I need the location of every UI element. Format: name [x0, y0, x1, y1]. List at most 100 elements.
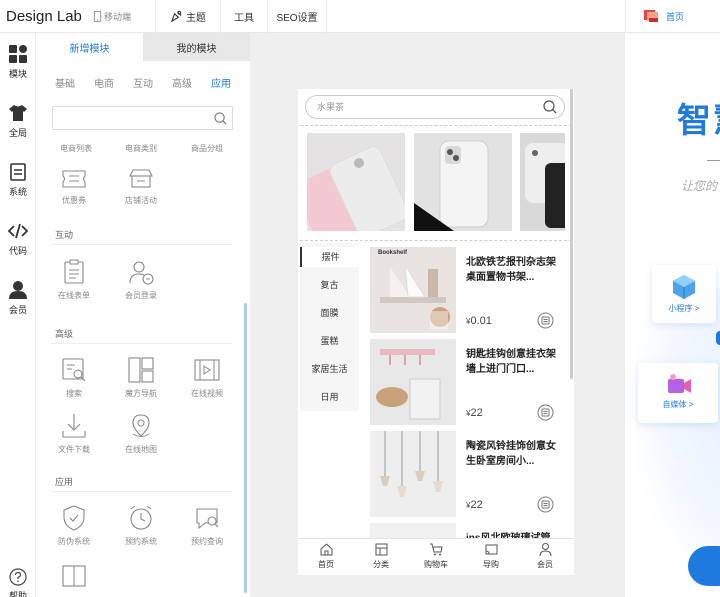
category-tab-ecommerce[interactable]: 电商 [94, 75, 114, 90]
module-ecom-list[interactable]: 电商列表 [45, 143, 107, 154]
module-label: 预约查询 [191, 537, 223, 546]
phone-search-input[interactable]: 水果茶 [305, 95, 565, 119]
module-product-group[interactable]: 商品分组 [176, 143, 238, 154]
panel-scrollbar[interactable] [244, 303, 247, 593]
tab-add-module[interactable]: 新增模块 [36, 33, 143, 61]
mobile-label: 移动端 [104, 11, 132, 22]
divider [51, 343, 232, 344]
module-booking[interactable]: 预约系统 [110, 504, 172, 547]
module-file-download[interactable]: 文件下载 [43, 412, 105, 455]
cart-icon[interactable] [537, 312, 554, 329]
tab-guide[interactable]: 导购 [471, 542, 511, 570]
rail-item-system[interactable]: 系统 [0, 162, 36, 198]
category-item[interactable]: 蛋糕 [300, 331, 359, 351]
divider [707, 160, 720, 161]
module-anti-fake[interactable]: 防伪系统 [43, 504, 105, 547]
module-ecom-category[interactable]: 电商类别 [110, 143, 172, 154]
media-card[interactable]: 自媒体 > [638, 363, 718, 423]
theme-button[interactable]: 主题 [156, 0, 220, 33]
member-login-icon [129, 261, 154, 285]
module-panel: 新增模块 我的模块 基础 电商 互动 高级 应用 电商列表 电商类别 商品分组 … [36, 33, 250, 597]
help-icon [9, 568, 27, 586]
product-price: ¥22 [466, 407, 483, 419]
module-cube-nav[interactable]: 魔方导航 [110, 356, 172, 399]
module-app-book[interactable] [43, 563, 105, 593]
rail-label-help: 帮助 [8, 591, 27, 597]
rail-label-code: 代码 [8, 246, 27, 256]
category-tab-basic[interactable]: 基础 [55, 75, 75, 90]
category-item[interactable]: 摆件 [300, 247, 359, 267]
module-label: 电商列表 [60, 144, 92, 153]
cart-icon[interactable] [537, 404, 554, 421]
promo-background [635, 288, 720, 588]
product-card[interactable]: 钥匙挂钩创意挂衣架墙上进门门口... ¥22 [370, 339, 560, 427]
camera-icon [668, 374, 691, 393]
home-label: 首页 [666, 12, 685, 22]
module-store-activity[interactable]: 店铺活动 [110, 167, 172, 206]
product-card[interactable]: 陶瓷风铃挂饰创意女生卧室房间小... ¥22 [370, 431, 560, 519]
module-label: 文件下载 [58, 445, 90, 454]
module-search[interactable]: 搜索 [43, 356, 105, 399]
module-search-input[interactable] [52, 106, 233, 130]
tab-member[interactable]: 会员 [525, 542, 565, 570]
form-icon [64, 259, 84, 284]
cart-icon[interactable] [537, 496, 554, 513]
phone-tab-bar: 首页 分类 购物车 导购 会员 [298, 538, 574, 575]
product-card[interactable]: Bookshelf 北欧铁艺报刊杂志架桌面置物书架... ¥0.01 [370, 247, 560, 335]
tab-category[interactable]: 分类 [361, 542, 401, 570]
tools-button[interactable]: 工具 [221, 0, 267, 33]
tab-cart[interactable]: 购物车 [416, 542, 456, 570]
module-coupon[interactable]: 优惠券 [43, 167, 105, 206]
seo-button[interactable]: SEO设置 [268, 0, 326, 33]
module-online-form[interactable]: 在线表单 [43, 258, 105, 301]
rail-item-modules[interactable]: 模块 [0, 44, 36, 80]
carousel-indicator[interactable] [716, 331, 720, 345]
rail-item-help[interactable]: 帮助 [0, 568, 36, 597]
module-member-login[interactable]: 会员登录 [110, 258, 172, 301]
price-value: 22 [470, 499, 483, 511]
module-label: 电商类别 [125, 144, 157, 153]
tab-home[interactable]: 首页 [306, 542, 346, 570]
rail-item-global[interactable]: 全局 [0, 103, 36, 139]
bookshelf-label: Bookshelf [378, 250, 408, 256]
divider [51, 491, 232, 492]
module-online-video[interactable]: 在线视频 [176, 356, 238, 399]
search-icon [543, 100, 557, 114]
phone-case-image [307, 133, 405, 231]
divider [326, 0, 327, 33]
alarm-clock-icon [130, 505, 152, 530]
category-item[interactable]: 复古 [300, 275, 359, 295]
shopping-cart-icon [429, 543, 443, 556]
theme-label: 主题 [186, 12, 206, 24]
banner-image[interactable] [520, 133, 565, 231]
price-value: 0.01 [470, 315, 492, 327]
category-list: 摆件 复古 面膜 蛋糕 家居生活 日用 [300, 243, 359, 411]
shirt-icon [9, 105, 27, 121]
app-logo: Design Lab [6, 7, 82, 25]
home-link[interactable]: 首页 [625, 0, 720, 33]
category-item[interactable]: 家居生活 [300, 359, 359, 379]
product-price: ¥0.01 [466, 315, 492, 327]
cta-button[interactable] [688, 546, 720, 586]
rail-item-member[interactable]: 会员 [0, 280, 36, 316]
module-booking-query[interactable]: 预约查询 [176, 504, 238, 547]
phone-scrollbar[interactable] [570, 89, 573, 379]
module-label: 优惠券 [62, 196, 86, 205]
phone-preview: 水果茶 摆件 复古 面膜 蛋糕 家居生活 日用 Bookshelf 北欧铁艺报刊… [298, 89, 574, 575]
wind-chime-image [370, 431, 456, 517]
mini-program-card[interactable]: 小程序 > [652, 265, 716, 323]
category-item[interactable]: 日用 [300, 387, 359, 407]
category-tab-interact[interactable]: 互动 [133, 75, 153, 90]
rail-item-code[interactable]: 代码 [0, 221, 36, 257]
mobile-toggle[interactable]: 移动端 [93, 10, 155, 23]
banner-image[interactable] [414, 133, 512, 231]
grid-icon [9, 45, 27, 63]
hook-rack-image [370, 339, 456, 425]
module-online-map[interactable]: 在线地图 [110, 412, 172, 455]
category-item[interactable]: 面膜 [300, 303, 359, 323]
category-tab-apps[interactable]: 应用 [211, 75, 231, 90]
category-tab-advanced[interactable]: 高级 [172, 75, 192, 90]
banner-image[interactable] [307, 133, 405, 231]
module-label: 在线视频 [191, 389, 223, 398]
tab-my-modules[interactable]: 我的模块 [143, 33, 250, 61]
